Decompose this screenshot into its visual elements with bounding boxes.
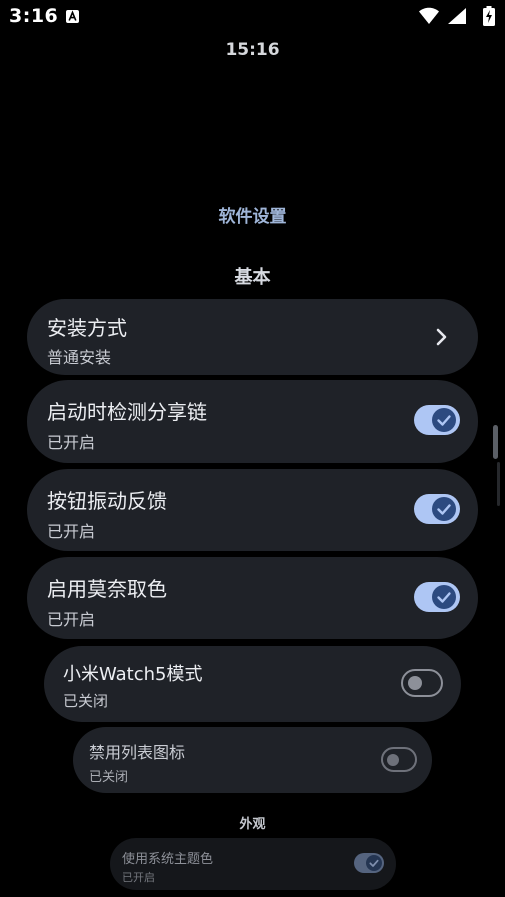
section-header-basic: 基本 [234, 267, 271, 288]
toggle-knob [387, 753, 399, 766]
setting-subtitle: 已开启 [47, 610, 96, 629]
check-icon [369, 859, 379, 867]
setting-subtitle: 已开启 [47, 522, 96, 541]
setting-subtitle: 普通安装 [47, 348, 112, 367]
battery-charging-icon [483, 6, 495, 26]
setting-subtitle: 已开启 [47, 433, 96, 452]
toggle-knob [366, 855, 382, 871]
section-header-appearance: 外观 [239, 817, 266, 832]
setting-install-method[interactable]: 安装方式 普通安装 [27, 299, 478, 375]
a-notification-icon [66, 10, 79, 23]
scroll-indicator[interactable] [493, 425, 498, 459]
status-time: 3:16 [9, 5, 59, 27]
scroll-track [497, 462, 500, 506]
check-icon [437, 415, 451, 426]
setting-mi-watch5-mode[interactable]: 小米Watch5模式 已关闭 [44, 646, 461, 722]
setting-title: 使用系统主题色 [122, 852, 214, 867]
toggle-knob [432, 497, 456, 521]
setting-monet-color[interactable]: 启用莫奈取色 已开启 [27, 557, 478, 639]
setting-subtitle: 已开启 [122, 871, 155, 884]
wifi-icon [419, 7, 439, 24]
toggle-knob [432, 585, 456, 609]
page-title: 软件设置 [218, 207, 287, 227]
toggle-mi-watch5-mode[interactable] [401, 669, 443, 697]
toggle-detect-share-link[interactable] [414, 405, 460, 435]
setting-title: 启动时检测分享链 [47, 400, 207, 424]
setting-subtitle: 已关闭 [89, 770, 129, 785]
watch-clock: 15:16 [225, 40, 280, 60]
setting-subtitle: 已关闭 [63, 692, 109, 710]
setting-button-vibration[interactable]: 按钮振动反馈 已开启 [27, 469, 478, 551]
toggle-monet-color[interactable] [414, 582, 460, 612]
check-icon [437, 592, 451, 603]
toggle-disable-list-icons[interactable] [381, 747, 417, 772]
status-bar: 3:16 [0, 0, 505, 34]
setting-title: 按钮振动反馈 [47, 489, 167, 513]
chevron-right-icon [436, 328, 447, 346]
toggle-knob [432, 408, 456, 432]
check-icon [437, 504, 451, 515]
toggle-knob [408, 676, 422, 690]
setting-title: 安装方式 [47, 316, 127, 340]
screen: 3:16 15:16 软件设置 基本 安装方式 普通安装 启动时检测分享链 已开… [0, 0, 505, 897]
setting-system-theme-color[interactable]: 使用系统主题色 已开启 [110, 838, 396, 890]
setting-title: 禁用列表图标 [89, 743, 186, 762]
setting-disable-list-icons[interactable]: 禁用列表图标 已关闭 [73, 727, 432, 793]
setting-detect-share-link[interactable]: 启动时检测分享链 已开启 [27, 380, 478, 463]
setting-title: 小米Watch5模式 [63, 664, 203, 685]
toggle-system-theme-color[interactable] [354, 853, 384, 873]
signal-icon [448, 8, 466, 24]
setting-title: 启用莫奈取色 [47, 577, 167, 601]
toggle-button-vibration[interactable] [414, 494, 460, 524]
